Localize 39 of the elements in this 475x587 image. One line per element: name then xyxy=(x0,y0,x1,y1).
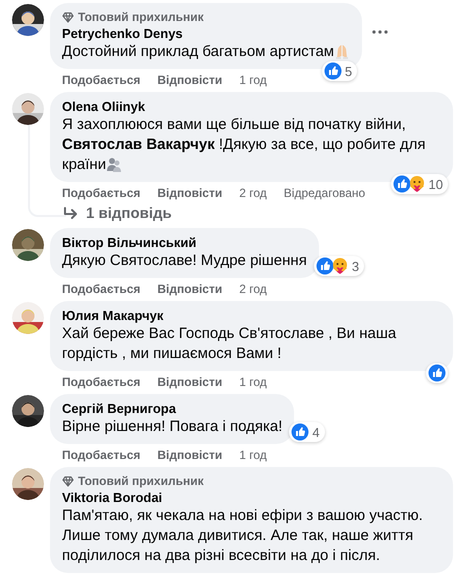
reply-link[interactable]: Відповісти xyxy=(157,374,222,390)
like-link[interactable]: Подобається xyxy=(62,185,140,201)
author-name[interactable]: Віктор Вільчинський xyxy=(62,235,307,251)
author-name[interactable]: Petrychenko Denys xyxy=(62,26,350,42)
replies-link[interactable]: 1 відповідь xyxy=(86,205,172,222)
reactions-pill[interactable]: 10 xyxy=(390,174,448,194)
comment-time[interactable]: 1 год xyxy=(239,447,267,463)
reactions-pill[interactable]: 4 xyxy=(289,422,325,442)
reaction-count: 10 xyxy=(428,176,444,192)
comment-text: Дякую Святославе! Мудре рішення xyxy=(62,251,307,271)
badge-text: Топовий прихильник xyxy=(78,474,204,488)
comment-time[interactable]: 2 год xyxy=(239,281,267,297)
comment-text: Я захоплююся вами ще більше від початку війни, Святослав Вакарчук !Дякую за все, що робите для країни xyxy=(62,115,427,175)
reply-link[interactable]: Відповісти xyxy=(157,281,222,297)
like-link[interactable]: Подобається xyxy=(62,374,140,390)
reactions-pill[interactable]: 3 xyxy=(314,256,364,276)
edited-label: Відредаговано xyxy=(284,185,366,201)
reaction-count: 4 xyxy=(311,424,321,440)
author-name[interactable]: Юлия Макарчук xyxy=(62,308,441,324)
reaction-count: 3 xyxy=(350,258,360,274)
reply-link[interactable]: Відповісти xyxy=(157,185,222,201)
comment-time[interactable]: 1 год xyxy=(239,374,267,390)
badge-text: Топовий прихильник xyxy=(78,10,204,24)
author-name[interactable]: Olena Oliinyk xyxy=(62,99,441,115)
reactions-pill[interactable]: 5 xyxy=(322,61,358,81)
author-name[interactable]: Viktoria Borodai xyxy=(62,490,441,506)
reply-link[interactable]: Відповісти xyxy=(157,72,222,88)
comment-text: Достойний приклад багатьом артистам xyxy=(62,42,350,62)
reaction-count: 5 xyxy=(344,64,354,78)
like-link[interactable]: Подобається xyxy=(62,72,140,88)
comment-time[interactable]: 1 год xyxy=(239,72,267,88)
like-link[interactable]: Подобається xyxy=(62,281,140,297)
reply-link[interactable]: Відповісти xyxy=(157,447,222,463)
like-link[interactable]: Подобається xyxy=(62,447,140,463)
comment-text: Пам'ятаю, як чекала на нові ефіри з вашою участю. Лише тому думала дивитися. Але так, наше життя поділилося на два різні всесвіти на до і після. xyxy=(62,506,424,566)
author-name[interactable]: Сергій Вернигора xyxy=(62,401,282,417)
comment-time[interactable]: 2 год xyxy=(239,185,267,201)
comment-text: Вірне рішення! Повага і подяка! xyxy=(62,417,282,437)
comment-text: Хай береже Вас Господь Св'ятославе , Ви наша гордість , ми пишаємося Вами ! xyxy=(62,324,398,364)
